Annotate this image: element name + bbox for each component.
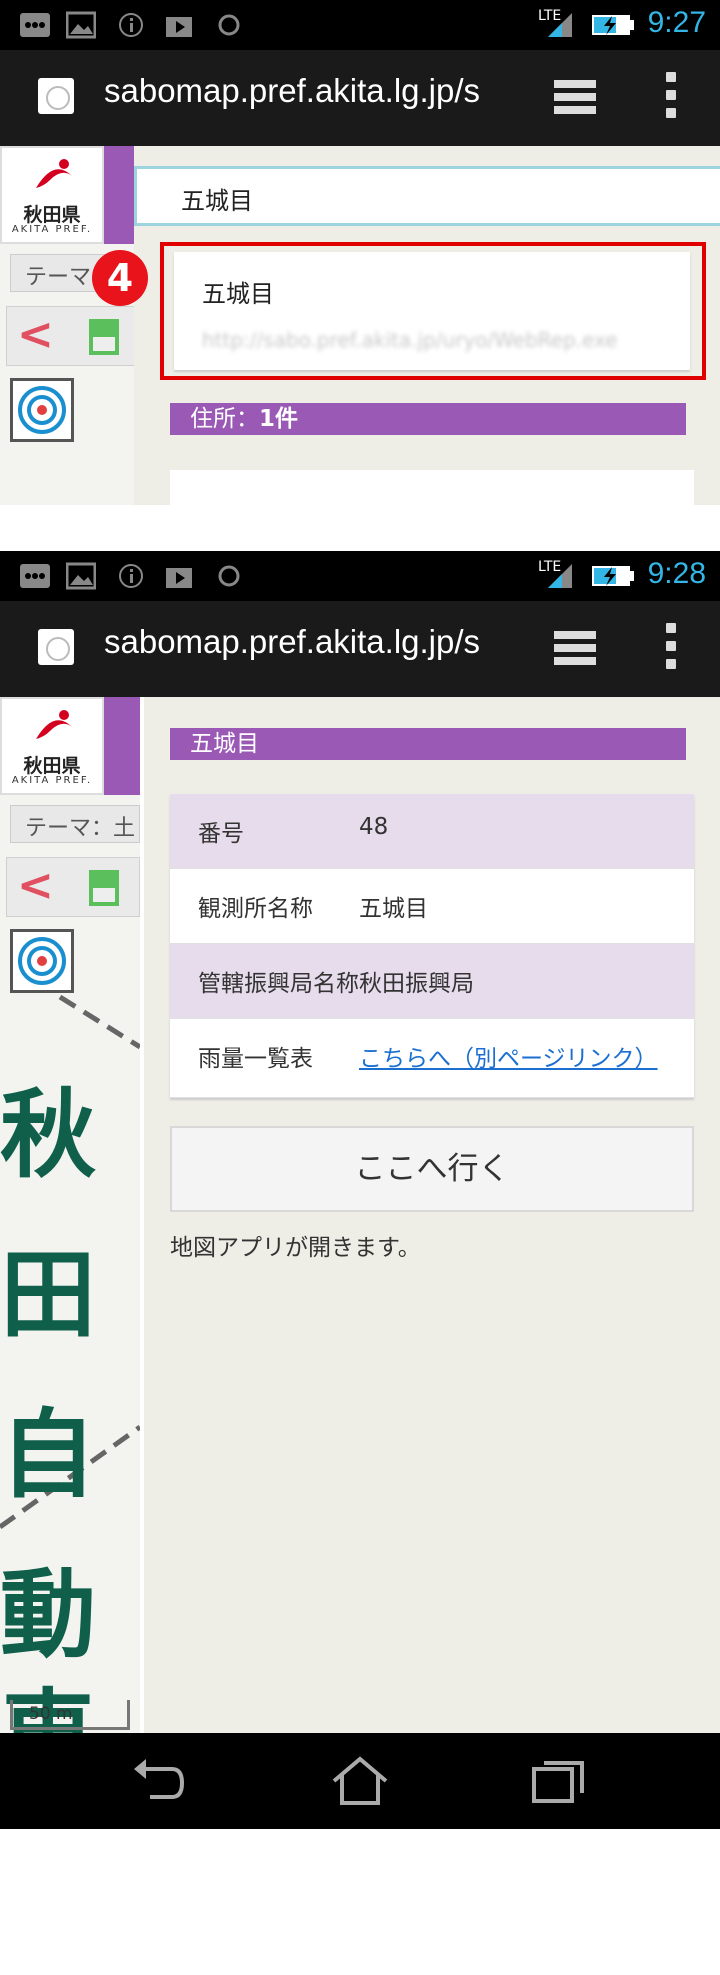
address-count: 1件: [259, 406, 299, 432]
table-row: 管轄振興局名称 秋田振興局: [170, 943, 694, 1019]
logo-subtext: AKITA PREF.: [11, 775, 93, 786]
akita-logo: 秋田県 AKITA PREF.: [0, 697, 104, 795]
rain-table-link[interactable]: こちらへ（別ページリンク）: [359, 1046, 658, 1072]
row-key: 観測所名称: [198, 896, 313, 922]
layer-off-icon[interactable]: [87, 868, 121, 908]
map-nav-control: <: [6, 306, 140, 366]
search-result-item[interactable]: 五城目 http://sabo.pref.akita.jp/uryo/WebRe…: [174, 252, 690, 370]
more-notifications-icon: [20, 13, 50, 37]
table-row: 雨量一覧表 こちらへ（別ページリンク）: [170, 1019, 694, 1098]
overflow-menu-icon[interactable]: [664, 72, 678, 124]
gallery-icon: [66, 11, 96, 39]
map-label-char: 田: [0, 1239, 96, 1351]
map-label-char: 自: [0, 1399, 96, 1511]
clock: 9:27: [647, 6, 706, 39]
table-row: 番号 48: [170, 794, 694, 869]
akita-emblem-icon: [36, 159, 72, 188]
info-icon: [119, 564, 143, 588]
clock: 9:28: [647, 557, 706, 590]
station-info-table: 番号 48 観測所名称 五城目 管轄振興局名称 秋田振興局 雨量一覧表 こちらへ…: [170, 794, 694, 1098]
map-scale: 50 m: [10, 1700, 130, 1730]
play-store-icon: [166, 568, 192, 588]
browser-address-bar-2: sabomap.pref.akita.lg.jp/s: [0, 601, 720, 697]
theme-selector[interactable]: テーマ：土: [10, 805, 140, 843]
map-nav-control: <: [6, 857, 140, 917]
address-result-item[interactable]: 秋田県南秋田郡五城目: [170, 470, 694, 510]
site-favicon-icon: [38, 629, 74, 665]
header-strip: [104, 697, 140, 795]
system-nav-bar: [0, 1733, 720, 1829]
result-name: 五城目: [202, 280, 274, 308]
row-key: 番号: [198, 821, 244, 847]
row-key: 管轄振興局名称: [198, 971, 359, 997]
back-icon[interactable]: [130, 1755, 186, 1807]
logo-text: 秋田県: [23, 204, 81, 226]
url-field[interactable]: sabomap.pref.akita.lg.jp/s: [104, 623, 516, 661]
logo-subtext: AKITA PREF.: [11, 224, 93, 235]
tabs-icon[interactable]: [552, 625, 598, 671]
row-key: 雨量一覧表: [198, 1046, 313, 1072]
search-result-highlight: 五城目 http://sabo.pref.akita.jp/uryo/WebRe…: [160, 242, 706, 380]
overflow-menu-icon[interactable]: [664, 623, 678, 675]
info-icon: [119, 13, 143, 37]
locate-target-icon[interactable]: [10, 378, 74, 442]
more-notifications-icon: [20, 564, 50, 588]
map-label-char: 秋: [0, 1079, 96, 1191]
signal-icon: [548, 13, 572, 37]
step-badge: 4: [92, 250, 148, 306]
site-favicon-icon: [38, 78, 74, 114]
tabs-icon[interactable]: [552, 74, 598, 120]
row-value: 48: [359, 814, 389, 840]
recent-apps-icon[interactable]: [530, 1755, 586, 1807]
status-bar-2: LTE 9:28: [0, 551, 720, 601]
row-value: 五城目: [359, 896, 428, 922]
sync-icon: [218, 565, 240, 587]
map-view[interactable]: 秋田県 AKITA PREF. テーマ <: [0, 146, 140, 505]
table-row: 観測所名称 五城目: [170, 869, 694, 944]
address-section-label: 住所：: [190, 406, 259, 432]
map-label-char: 動: [0, 1559, 96, 1671]
akita-emblem-icon: [36, 710, 72, 739]
row-value: 秋田振興局: [359, 971, 474, 997]
signal-icon: [548, 564, 572, 588]
url-field[interactable]: sabomap.pref.akita.lg.jp/s: [104, 72, 516, 110]
status-bar: LTE 9:27: [0, 0, 720, 50]
logo-text: 秋田県: [23, 755, 81, 777]
play-store-icon: [166, 17, 192, 37]
address-section-header: 住所：1件: [170, 403, 686, 435]
sync-icon: [218, 14, 240, 36]
result-url: http://sabo.pref.akita.jp/uryo/WebRep.ex…: [202, 328, 618, 352]
browser-address-bar: sabomap.pref.akita.lg.jp/s: [0, 50, 720, 146]
akita-logo: 秋田県 AKITA PREF.: [0, 146, 104, 244]
gallery-icon: [66, 562, 96, 590]
battery-icon: [592, 566, 634, 586]
layer-off-icon[interactable]: [87, 317, 121, 357]
locate-target-icon[interactable]: [10, 929, 74, 993]
search-input[interactable]: 五城目: [134, 166, 720, 226]
screen-separator: [0, 505, 720, 551]
back-arrow-icon[interactable]: <: [17, 864, 54, 908]
go-here-button[interactable]: ここへ行く: [170, 1126, 694, 1212]
detail-title: 五城目: [170, 728, 686, 760]
map-view-2[interactable]: 秋田県 AKITA PREF. テーマ：土 < 秋 田 自 動 車: [0, 697, 140, 1733]
map-app-note: 地図アプリが開きます。: [170, 1235, 421, 1261]
back-arrow-icon[interactable]: <: [17, 313, 54, 357]
home-icon[interactable]: [330, 1755, 390, 1807]
battery-icon: [592, 15, 634, 35]
